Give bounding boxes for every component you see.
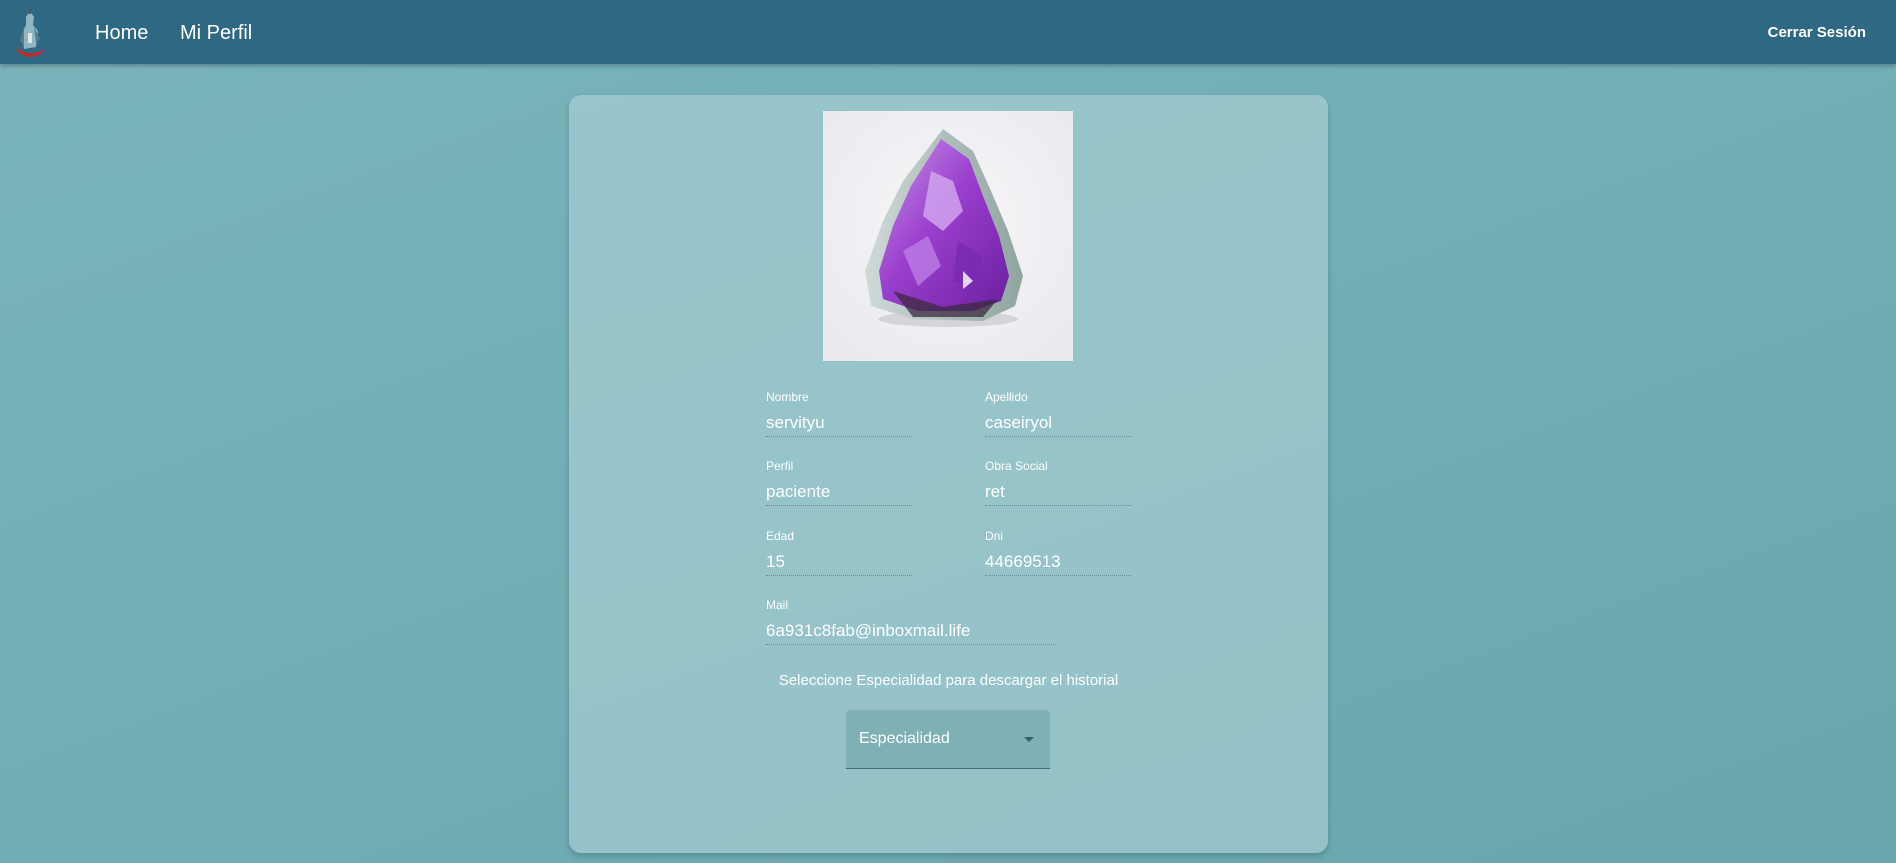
especialidad-select[interactable]: Especialidad: [846, 710, 1050, 769]
nombre-field[interactable]: Nombre servityu: [766, 390, 912, 437]
nombre-label: Nombre: [766, 390, 809, 404]
history-hint: Seleccione Especialidad para descargar e…: [778, 672, 1119, 689]
obra-social-value: ret: [985, 482, 1005, 501]
perfil-label: Perfil: [766, 459, 794, 473]
logout-button[interactable]: Cerrar Sesión: [1768, 24, 1866, 41]
perfil-field[interactable]: Perfil paciente: [766, 459, 912, 506]
amethyst-crystal-icon: [823, 111, 1073, 361]
apellido-label: Apellido: [985, 390, 1028, 404]
edad-value: 15: [766, 552, 785, 571]
dni-value: 44669513: [985, 552, 1061, 571]
edad-field[interactable]: Edad 15: [766, 529, 912, 576]
perfil-value: paciente: [766, 482, 831, 501]
especialidad-select-label: Especialidad: [859, 730, 950, 747]
mail-label: Mail: [766, 598, 789, 612]
dni-label: Dni: [985, 529, 1004, 543]
edad-label: Edad: [766, 529, 795, 543]
dni-field[interactable]: Dni 44669513: [985, 529, 1131, 576]
apellido-value: caseiryol: [985, 413, 1053, 432]
mail-field[interactable]: Mail 6a931c8fab@inboxmail.life: [766, 598, 1056, 645]
obra-social-label: Obra Social: [985, 459, 1048, 473]
apellido-field[interactable]: Apellido caseiryol: [985, 390, 1131, 437]
profile-photo: [823, 111, 1073, 361]
app-logo-icon[interactable]: [12, 7, 48, 57]
profile-card: Nombre servityu Apellido caseiryol Perfi…: [569, 95, 1328, 853]
top-navbar: Home Mi Perfil Cerrar Sesión: [0, 0, 1896, 64]
nav-profile-link[interactable]: Mi Perfil: [180, 20, 252, 46]
nombre-value: servityu: [766, 413, 825, 432]
obra-social-field[interactable]: Obra Social ret: [985, 459, 1131, 506]
nav-home-link[interactable]: Home: [95, 20, 148, 46]
mail-value: 6a931c8fab@inboxmail.life: [766, 621, 971, 640]
chevron-down-icon: [1024, 737, 1034, 742]
